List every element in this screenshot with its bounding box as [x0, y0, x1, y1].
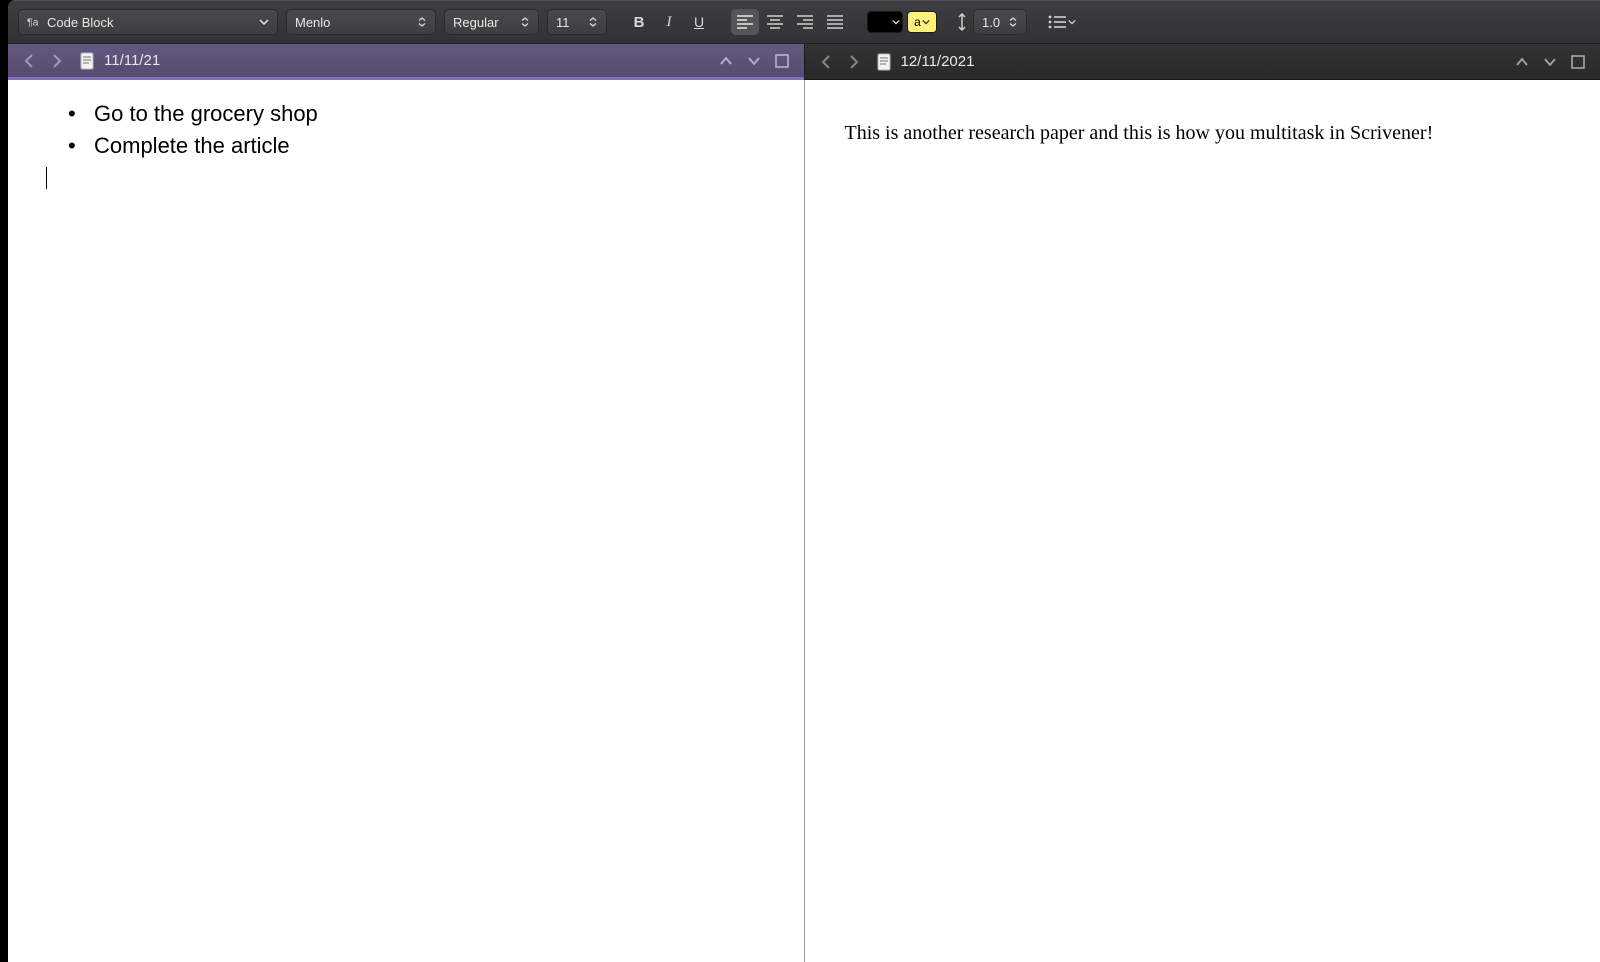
chevron-down-icon: [1068, 18, 1076, 26]
right-body-text: This is another research paper and this …: [845, 120, 1561, 147]
align-center-button[interactable]: [761, 9, 789, 35]
document-icon: [877, 53, 893, 71]
line-spacing-control: 1.0: [955, 9, 1027, 35]
text-caret: [46, 167, 47, 189]
format-toolbar: ¶a Code Block Menlo Regular 11 B I U: [8, 0, 1600, 44]
text-color-picker[interactable]: [867, 11, 903, 33]
chevron-down-icon: [922, 18, 930, 26]
font-family-label: Menlo: [295, 15, 417, 30]
font-family-dropdown[interactable]: Menlo: [286, 9, 436, 35]
bold-button[interactable]: B: [625, 9, 653, 35]
right-pane-header: 12/11/2021: [804, 44, 1600, 80]
stepper-icon: [588, 16, 598, 28]
nav-forward-button[interactable]: [44, 49, 68, 73]
svg-text:¶a: ¶a: [27, 17, 39, 29]
left-pane-header: 11/11/21: [8, 44, 804, 80]
stepper-icon: [417, 16, 427, 28]
nav-forward-button[interactable]: [841, 50, 865, 74]
paragraph-style-label: Code Block: [47, 15, 253, 30]
list-group: [1045, 9, 1079, 35]
pane-layout-button[interactable]: [1566, 50, 1590, 74]
right-pane-title: 12/11/2021: [901, 53, 975, 70]
color-group: a: [867, 11, 937, 33]
document-icon: [80, 52, 96, 70]
font-weight-dropdown[interactable]: Regular: [444, 9, 539, 35]
right-editor[interactable]: This is another research paper and this …: [805, 80, 1600, 962]
font-weight-label: Regular: [453, 15, 520, 30]
text-style-group: B I U: [625, 9, 713, 35]
stepper-icon: [520, 16, 530, 28]
chevron-down-icon: [259, 17, 269, 27]
alignment-group: [731, 9, 849, 35]
highlight-sample: a: [914, 15, 921, 29]
line-spacing-dropdown[interactable]: 1.0: [973, 9, 1027, 35]
italic-button[interactable]: I: [655, 9, 683, 35]
next-doc-button[interactable]: [742, 49, 766, 73]
bullet-list: Go to the grocery shop Complete the artic…: [42, 100, 770, 159]
align-justify-button[interactable]: [821, 9, 849, 35]
align-left-button[interactable]: [731, 9, 759, 35]
pane-layout-button[interactable]: [770, 49, 794, 73]
left-pane-title: 11/11/21: [104, 52, 160, 69]
line-spacing-label: 1.0: [982, 15, 1008, 30]
prev-doc-button[interactable]: [714, 49, 738, 73]
font-size-dropdown[interactable]: 11: [547, 9, 607, 35]
paragraph-icon: ¶a: [27, 15, 41, 29]
chevron-down-icon: [892, 18, 900, 26]
highlight-color-picker[interactable]: a: [907, 11, 937, 33]
nav-back-button[interactable]: [18, 49, 42, 73]
split-editors: Go to the grocery shop Complete the artic…: [8, 80, 1600, 962]
left-editor[interactable]: Go to the grocery shop Complete the artic…: [8, 80, 805, 962]
stepper-icon: [1008, 16, 1018, 28]
prev-doc-button[interactable]: [1510, 50, 1534, 74]
paragraph-style-dropdown[interactable]: ¶a Code Block: [18, 9, 278, 35]
next-doc-button[interactable]: [1538, 50, 1562, 74]
list-item: Complete the article: [42, 132, 770, 160]
underline-button[interactable]: U: [685, 9, 713, 35]
list-item: Go to the grocery shop: [42, 100, 770, 128]
list-style-button[interactable]: [1045, 9, 1079, 35]
align-right-button[interactable]: [791, 9, 819, 35]
line-spacing-icon: [955, 13, 969, 31]
font-size-label: 11: [556, 15, 588, 30]
editor-headers: 11/11/21 12/11/2021: [8, 44, 1600, 80]
nav-back-button[interactable]: [815, 50, 839, 74]
